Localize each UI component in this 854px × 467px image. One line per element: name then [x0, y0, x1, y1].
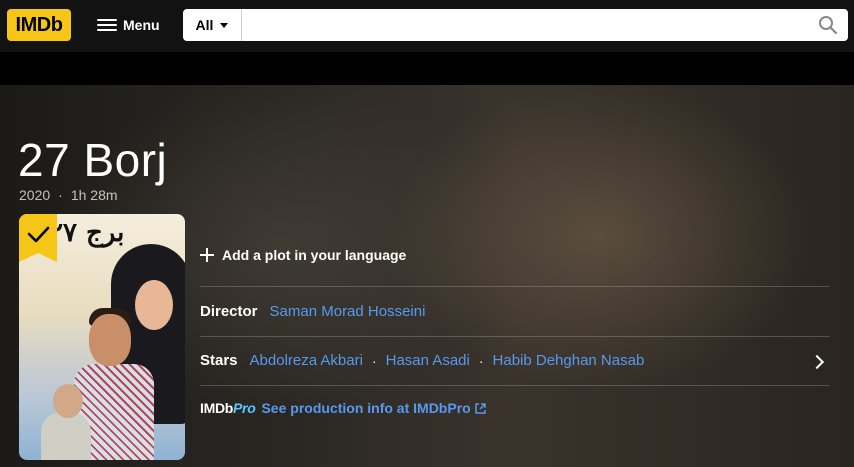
star-link[interactable]: Hasan Asadi [386, 352, 470, 369]
director-label: Director [200, 303, 258, 320]
stars-row: Stars Abdolreza Akbari · Hasan Asadi · H… [200, 352, 644, 369]
divider [200, 336, 830, 337]
poster-image[interactable]: برج ۲۷ [19, 214, 185, 460]
add-plot-button[interactable]: Add a plot in your language [200, 247, 406, 263]
caret-down-icon [220, 22, 229, 28]
meta-separator: · [58, 187, 63, 203]
imdbpro-logo[interactable]: IMDbPro [200, 400, 256, 416]
star-link[interactable]: Abdolreza Akbari [250, 352, 363, 369]
search-category-dropdown[interactable]: All [183, 9, 242, 41]
stars-label: Stars [200, 352, 238, 369]
imdbpro-link-label: See production info at IMDbPro [261, 400, 471, 416]
add-plot-label: Add a plot in your language [222, 247, 407, 263]
search-category-label: All [195, 17, 214, 33]
menu-label: Menu [123, 17, 160, 33]
menu-button[interactable]: Menu [91, 9, 166, 41]
imdbpro-logo-imdb: IMDb [200, 400, 234, 416]
chevron-right-icon[interactable] [809, 354, 825, 370]
imdbpro-row: IMDbPro See production info at IMDbPro [200, 400, 486, 416]
star-separator: · [371, 352, 377, 369]
imdbpro-link[interactable]: See production info at IMDbPro [261, 400, 486, 416]
search-input[interactable] [242, 10, 808, 40]
top-navigation: IMDb Menu All [0, 0, 854, 52]
imdb-logo[interactable]: IMDb [7, 9, 71, 41]
search-icon[interactable] [808, 9, 848, 41]
search-bar: All [183, 9, 848, 41]
title-meta: 2020 · 1h 28m [19, 187, 118, 203]
poster-title-text: برج ۲۷ [49, 218, 125, 248]
imdbpro-logo-pro: Pro [233, 400, 256, 416]
external-link-icon [474, 402, 486, 414]
director-link[interactable]: Saman Morad Hosseini [270, 303, 426, 320]
runtime: 1h 28m [70, 187, 118, 203]
star-separator: · [478, 352, 484, 369]
page-title: 27 Borj [18, 134, 168, 186]
divider [200, 385, 830, 386]
watchlist-added-icon[interactable] [19, 214, 57, 262]
title-hero: 27 Borj 2020 · 1h 28m برج ۲۷ Add a plot … [0, 85, 854, 467]
plus-icon [200, 248, 214, 262]
director-row: Director Saman Morad Hosseini [200, 303, 425, 320]
star-link[interactable]: Habib Dehghan Nasab [493, 352, 645, 369]
divider [200, 286, 830, 287]
hamburger-icon [97, 18, 117, 32]
release-year[interactable]: 2020 [19, 187, 50, 203]
